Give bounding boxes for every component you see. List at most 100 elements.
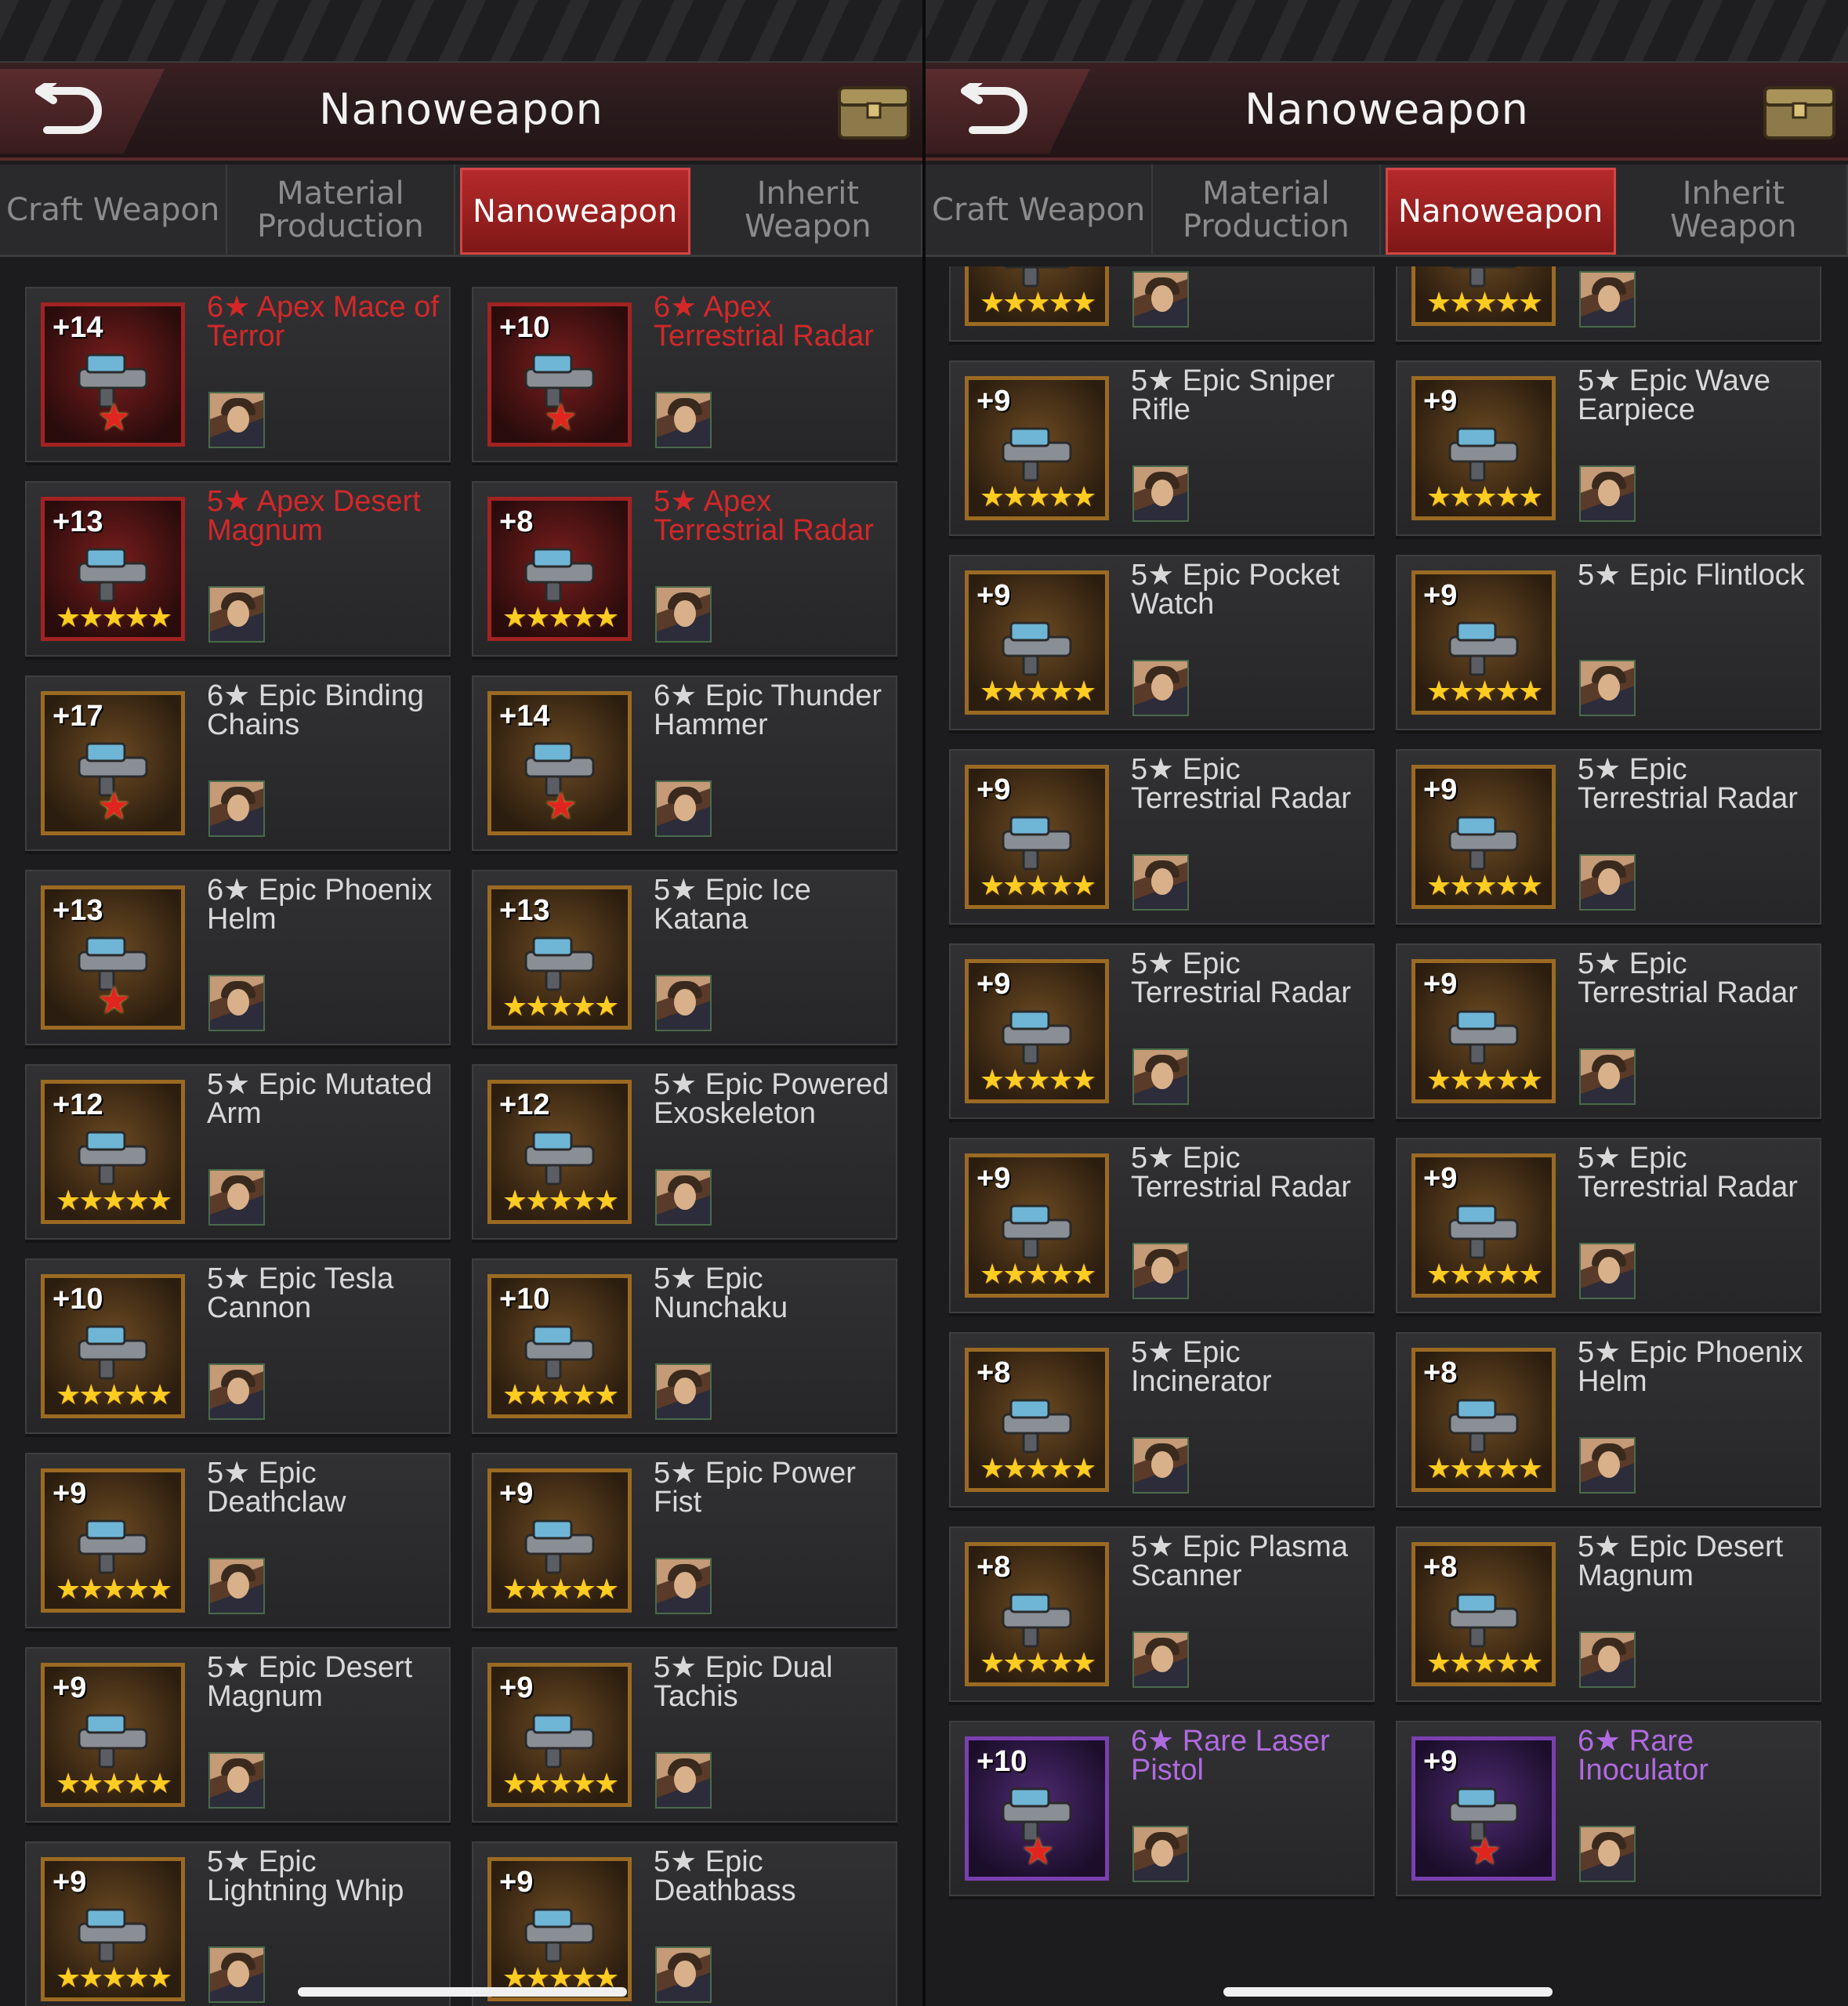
weapon-card[interactable]: +10 ★ 6★ Apex Terrestrial Radar: [472, 287, 897, 462]
weapon-list[interactable]: +14 ★ 6★ Apex Mace of Terror +10 ★ 6★ Apex Te…: [0, 266, 922, 2006]
weapon-card[interactable]: +8 ★★★★★ 5★ Epic Phoenix Helm: [1396, 1332, 1821, 1508]
tab-nanoweapon[interactable]: Nanoweapon: [459, 168, 690, 255]
weapon-card[interactable]: +9 ★★★★★ 5★ Epic Terrestrial Radar: [949, 1138, 1375, 1313]
weapon-card[interactable]: +9 ★★★★★ 5★ Epic Terrestrial Radar: [949, 749, 1375, 925]
hero-avatar[interactable]: [1132, 465, 1189, 522]
weapon-card[interactable]: ★★★★★Whip: [949, 266, 1375, 342]
weapon-card[interactable]: ★★★★★Deathbass: [1396, 266, 1821, 342]
weapon-card[interactable]: +9 ★★★★★ 5★ Epic Terrestrial Radar: [1396, 943, 1821, 1119]
weapon-list[interactable]: ★★★★★Whip ★★★★★Deathbass +9 ★★★★★ 5★ Epic Sn…: [926, 266, 1848, 2006]
weapon-thumbnail: +9 ★★★★★: [965, 765, 1109, 909]
enhance-level: +12: [53, 1088, 103, 1121]
hero-avatar[interactable]: [1132, 1243, 1189, 1299]
header-bar: Nanoweapon: [926, 63, 1848, 161]
weapon-card[interactable]: +9 ★★★★★ 5★ Epic Desert Magnum: [25, 1647, 451, 1823]
weapon-card[interactable]: +9 ★★★★★ 5★ Epic Deathclaw: [25, 1453, 451, 1628]
weapon-card[interactable]: +12 ★★★★★ 5★ Epic Mutated Arm: [25, 1064, 451, 1240]
hero-avatar[interactable]: [1579, 1243, 1636, 1299]
weapon-card[interactable]: +9 ★★★★★ 5★ Epic Terrestrial Radar: [1396, 1138, 1821, 1313]
hero-avatar[interactable]: [655, 1363, 712, 1420]
weapon-card[interactable]: +9 ★★★★★ 5★ Epic Dual Tachis: [472, 1647, 897, 1823]
weapon-card[interactable]: +10 ★★★★★ 5★ Epic Tesla Cannon: [25, 1258, 451, 1434]
hero-avatar[interactable]: [1579, 1826, 1636, 1882]
weapon-card[interactable]: +13 ★★★★★ 5★ Epic Ice Katana: [472, 870, 897, 1045]
hero-avatar[interactable]: [208, 1946, 265, 2003]
hero-avatar[interactable]: [1132, 660, 1189, 716]
hero-avatar[interactable]: [655, 1946, 712, 2003]
weapon-card[interactable]: +13 ★★★★★ 5★ Apex Desert Magnum: [25, 481, 451, 657]
weapon-card[interactable]: +8 ★★★★★ 5★ Apex Terrestrial Radar: [472, 481, 897, 657]
hero-avatar[interactable]: [655, 780, 712, 837]
chest-icon[interactable]: [1760, 80, 1839, 143]
hero-avatar[interactable]: [1132, 854, 1189, 911]
katana-icon: [515, 925, 609, 999]
hero-avatar[interactable]: [655, 1752, 712, 1809]
hero-avatar[interactable]: [208, 975, 265, 1031]
weapon-card[interactable]: +10 ★★★★★ 5★ Epic Nunchaku: [472, 1258, 897, 1434]
weapon-card[interactable]: +9 ★★★★★ 5★ Epic Sniper Rifle: [949, 360, 1375, 536]
weapon-card[interactable]: +9 ★★★★★ 5★ Epic Power Fist: [472, 1453, 897, 1628]
weapon-card[interactable]: +9 ★★★★★ 5★ Epic Pocket Watch: [949, 555, 1375, 730]
weapon-card[interactable]: +9 ★★★★★ 5★ Epic Terrestrial Radar: [1396, 749, 1821, 925]
weapon-card[interactable]: +9 ★★★★★ 5★ Epic Lightning Whip: [25, 1841, 451, 2006]
hero-avatar[interactable]: [1579, 660, 1636, 716]
tab-craft-weapon[interactable]: Craft Weapon: [0, 165, 228, 255]
hero-avatar[interactable]: [655, 1558, 712, 1614]
hero-avatar[interactable]: [208, 780, 265, 837]
enhance-level: +9: [1423, 579, 1458, 612]
hero-avatar[interactable]: [208, 1752, 265, 1809]
weapon-card[interactable]: +8 ★★★★★ 5★ Epic Incinerator: [949, 1332, 1375, 1508]
hero-avatar[interactable]: [1132, 271, 1189, 328]
hero-avatar[interactable]: [1132, 1437, 1189, 1494]
hero-avatar[interactable]: [655, 1169, 712, 1226]
tab-nanoweapon[interactable]: Nanoweapon: [1385, 168, 1616, 255]
weapon-thumbnail: +13 ★: [41, 885, 185, 1030]
star-rating: ★★★★★: [979, 675, 1096, 708]
hero-avatar[interactable]: [208, 1363, 265, 1420]
weapon-card[interactable]: +9 ★★★★★ 5★ Epic Wave Earpiece: [1396, 360, 1821, 536]
weapon-card[interactable]: +14 ★ 6★ Epic Thunder Hammer: [472, 675, 897, 851]
weapon-card[interactable]: +10 ★ 6★ Rare Laser Pistol: [949, 1721, 1375, 1896]
enhance-level: +9: [499, 1866, 534, 1899]
hero-avatar[interactable]: [655, 392, 712, 448]
hero-avatar[interactable]: [1579, 271, 1636, 328]
hero-avatar[interactable]: [655, 586, 712, 643]
hero-avatar[interactable]: [1579, 854, 1636, 911]
enhance-level: +9: [977, 579, 1011, 612]
hero-avatar[interactable]: [1579, 1631, 1636, 1688]
weapon-card[interactable]: +12 ★★★★★ 5★ Epic Powered Exoskeleton: [472, 1064, 897, 1240]
hero-avatar[interactable]: [1132, 1826, 1189, 1882]
chest-icon[interactable]: [835, 80, 913, 143]
weapon-thumbnail: +9 ★★★★★: [965, 959, 1109, 1103]
tab-material-production[interactable]: Material Production: [227, 165, 455, 255]
tab-inherit-weapon[interactable]: Inherit Weapon: [695, 165, 922, 255]
weapon-card[interactable]: +9 ★ 6★ Rare Inoculator: [1396, 1721, 1821, 1896]
tab-material-production[interactable]: Material Production: [1153, 165, 1381, 255]
weapon-thumbnail: +9 ★★★★★: [41, 1663, 185, 1807]
enhance-level: +9: [1423, 773, 1458, 806]
hero-avatar[interactable]: [1579, 1048, 1636, 1105]
tab-craft-weapon[interactable]: Craft Weapon: [926, 165, 1154, 255]
hero-avatar[interactable]: [1579, 1437, 1636, 1494]
weapon-card[interactable]: +9 ★★★★★ 5★ Epic Terrestrial Radar: [949, 943, 1375, 1119]
weapon-card[interactable]: +13 ★ 6★ Epic Phoenix Helm: [25, 870, 451, 1045]
hero-avatar[interactable]: [208, 392, 265, 448]
hero-avatar[interactable]: [1132, 1048, 1189, 1105]
radar-icon: [992, 805, 1086, 878]
hero-avatar[interactable]: [208, 1169, 265, 1226]
hero-avatar[interactable]: [1579, 465, 1636, 522]
enhance-level: +10: [499, 311, 550, 344]
hero-avatar[interactable]: [208, 586, 265, 643]
weapon-card[interactable]: +8 ★★★★★ 5★ Epic Desert Magnum: [1396, 1526, 1821, 1702]
weapon-card[interactable]: +9 ★★★★★ 5★ Epic Flintlock: [1396, 555, 1821, 730]
hero-avatar[interactable]: [1132, 1631, 1189, 1688]
tab-inherit-weapon[interactable]: Inherit Weapon: [1621, 165, 1848, 255]
weapon-card[interactable]: +17 ★ 6★ Epic Binding Chains: [25, 675, 451, 851]
weapon-card[interactable]: +14 ★ 6★ Apex Mace of Terror: [25, 287, 451, 462]
weapon-name: 5★ Epic Power Fist: [654, 1457, 856, 1519]
hero-avatar[interactable]: [208, 1558, 265, 1614]
weapon-card[interactable]: +8 ★★★★★ 5★ Epic Plasma Scanner: [949, 1526, 1375, 1702]
star-rating: ★★★★★: [55, 1379, 172, 1411]
weapon-card[interactable]: +9 ★★★★★ 5★ Epic Deathbass: [472, 1841, 897, 2006]
hero-avatar[interactable]: [655, 975, 712, 1031]
